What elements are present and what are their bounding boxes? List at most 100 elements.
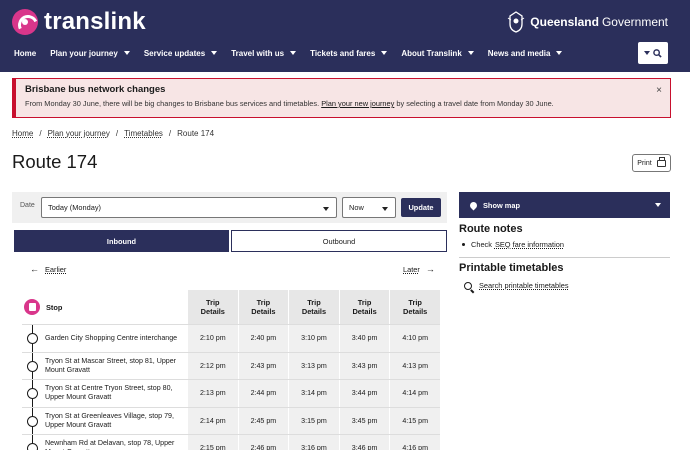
stop-cell: Newnham Rd at Delavan, stop 78, Upper Mo… [22, 435, 187, 450]
trip-details-header[interactable]: Trip Details [237, 290, 289, 324]
date-label: Date [20, 202, 35, 209]
alert-body-text: From Monday 30 June, there will be big c… [25, 99, 322, 108]
search-printable-timetables-link[interactable]: Search printable timetables [464, 281, 569, 290]
timetable-row: Tryon St at Mascar Street, stop 81, Uppe… [22, 351, 440, 379]
later-link[interactable]: Later → [403, 264, 435, 274]
tab-outbound[interactable]: Outbound [231, 230, 447, 252]
trip-details-label: Trip Details [302, 298, 326, 316]
trip-details-header[interactable]: Trip Details [389, 290, 440, 324]
date-filter: Date Today (Monday) Now Update [12, 192, 447, 223]
departure-time: 2:46 pm [237, 435, 289, 450]
departure-time: 2:12 pm [187, 352, 238, 379]
trip-details-label: Trip Details [352, 298, 376, 316]
departure-time: 2:10 pm [187, 325, 238, 352]
trip-details-label-line: Details [403, 307, 428, 316]
time-select[interactable]: Now [342, 197, 396, 218]
queensland-government-logo[interactable]: Queensland Government [506, 10, 668, 34]
trip-details-header[interactable]: Trip Details [187, 290, 238, 324]
show-map-button[interactable]: Show map [459, 192, 670, 218]
search-toggle-button[interactable] [638, 42, 668, 64]
site-header: translink Queensland Government Home Plan… [0, 0, 690, 72]
departure-time: 3:15 pm [288, 407, 339, 434]
nav-item-tickets-and-fares[interactable]: Tickets and fares [310, 48, 388, 58]
nav-item-travel-with-us[interactable]: Travel with us [231, 49, 297, 58]
print-button[interactable]: Print [632, 154, 671, 172]
translink-logo-icon [12, 9, 38, 35]
chevron-down-icon [655, 203, 661, 207]
nav-item-label: About Translink [401, 48, 462, 58]
trip-details-label-line: Trip [256, 298, 271, 307]
breadcrumb-plan-journey[interactable]: Plan your journey [48, 129, 110, 138]
route-note-text: Check [471, 240, 492, 249]
plan-new-journey-link[interactable]: Plan your new journey [321, 99, 394, 108]
alert-close-button[interactable]: × [656, 85, 662, 96]
stop-name: Tryon St at Greenleaves Village, stop 79… [45, 411, 174, 429]
breadcrumb-separator: / [168, 129, 172, 138]
seq-fare-information-link[interactable]: SEQ fare information [495, 240, 564, 249]
chevron-down-icon [556, 51, 563, 55]
departure-time: 3:45 pm [338, 407, 390, 434]
main-nav: Home Plan your journey Service updates Trav… [0, 40, 576, 66]
route-notes-title: Route notes [459, 223, 523, 235]
nav-item-label: Tickets and fares [310, 48, 376, 58]
departure-time: 3:40 pm [338, 325, 390, 352]
alert-body-text-end: by selecting a travel date from Monday 3… [394, 99, 554, 108]
trip-details-label: Trip Details [251, 298, 275, 316]
trip-details-header[interactable]: Trip Details [338, 290, 390, 324]
departure-time: 2:14 pm [187, 407, 238, 434]
date-select[interactable]: Today (Monday) [41, 197, 337, 218]
arrow-right-icon: → [425, 264, 435, 274]
chevron-down-icon [644, 51, 650, 55]
stop-column-header: Stop [22, 290, 187, 324]
stop-cell: Garden City Shopping Centre interchange [22, 325, 187, 352]
earlier-link[interactable]: ← Earlier [30, 264, 66, 274]
chevron-down-icon [123, 51, 130, 55]
timetable: Stop Trip Details Trip Details Trip Details Tr… [22, 290, 440, 450]
stop-marker-icon [27, 360, 38, 372]
timetable-row: Tryon St at Greenleaves Village, stop 79… [22, 406, 440, 434]
departure-time: 2:44 pm [237, 380, 289, 407]
route-note-item: Check SEQ fare information [462, 240, 564, 249]
stop-header-label: Stop [46, 302, 63, 312]
nav-item-news-and-media[interactable]: News and media [488, 49, 563, 58]
stop-cell: Tryon St at Greenleaves Village, stop 79… [22, 407, 187, 434]
nav-item-home[interactable]: Home [14, 49, 36, 58]
chevron-down-icon [381, 51, 388, 55]
trip-details-label-line: Trip [357, 298, 372, 307]
stop-cell: Tryon St at Mascar Street, stop 81, Uppe… [22, 352, 187, 379]
printer-icon [656, 156, 666, 167]
nav-item-plan-your-journey[interactable]: Plan your journey [50, 49, 130, 58]
stop-name: Garden City Shopping Centre interchange [45, 333, 178, 342]
trip-details-label: Trip Details [201, 298, 225, 316]
nav-item-label: News and media [487, 48, 551, 58]
chevron-down-icon [467, 51, 474, 55]
trip-details-label-line: Details [352, 307, 377, 316]
trip-details-label-line: Trip [408, 298, 422, 307]
breadcrumb-timetables[interactable]: Timetables [124, 129, 163, 138]
update-button[interactable]: Update [401, 198, 441, 217]
trip-details-header[interactable]: Trip Details [288, 290, 339, 324]
trip-details-label: Trip Details [403, 298, 427, 316]
page-title: Route 174 [12, 151, 98, 172]
nav-item-service-updates[interactable]: Service updates [144, 49, 218, 58]
stop-name: Tryon St at Mascar Street, stop 81, Uppe… [45, 356, 177, 374]
departure-time: 4:16 pm [389, 435, 440, 450]
breadcrumb-separator: / [39, 129, 42, 138]
translink-logo[interactable]: translink [12, 8, 146, 36]
nav-item-about-translink[interactable]: About Translink [401, 48, 474, 58]
departure-time: 4:10 pm [389, 325, 440, 352]
departure-time: 2:45 pm [237, 407, 289, 434]
show-map-label: Show map [483, 200, 520, 210]
chevron-down-icon [382, 207, 388, 211]
search-icon [653, 48, 662, 58]
breadcrumb-current: Route 174 [177, 129, 215, 138]
chevron-down-icon [290, 51, 297, 55]
breadcrumb-separator: / [115, 129, 119, 138]
tab-inbound[interactable]: Inbound [14, 230, 229, 252]
bus-icon [24, 299, 40, 315]
search-printable-label: Search printable timetables [479, 281, 569, 290]
printable-timetables-title: Printable timetables [459, 262, 564, 274]
sidebar-divider [459, 257, 670, 258]
departure-time: 4:14 pm [389, 380, 440, 407]
breadcrumb-home[interactable]: Home [12, 129, 33, 138]
